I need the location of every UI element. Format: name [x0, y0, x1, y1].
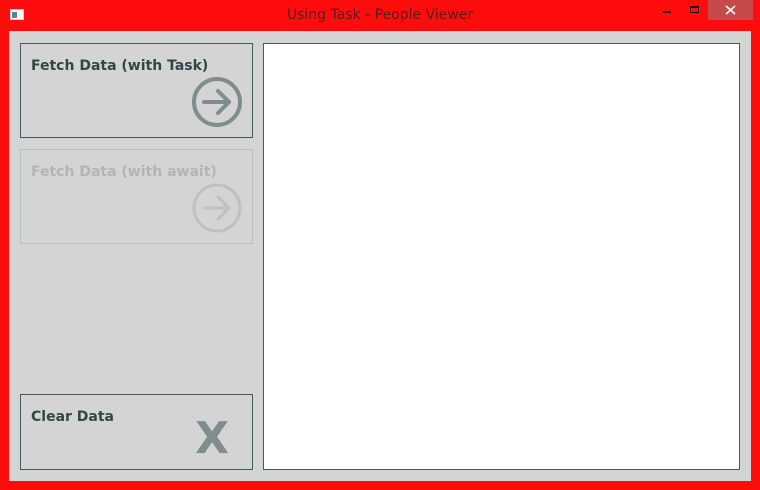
clear-data-button[interactable]: Clear Data X [20, 394, 253, 470]
fetch-with-await-button[interactable]: Fetch Data (with await) [20, 149, 253, 244]
maximize-icon [690, 6, 699, 13]
fetch-with-task-button[interactable]: Fetch Data (with Task) [20, 43, 253, 138]
minimize-button[interactable] [656, 0, 678, 20]
people-list[interactable] [263, 43, 740, 470]
minimize-icon [663, 11, 671, 13]
close-icon [725, 5, 736, 15]
close-button[interactable] [708, 0, 753, 20]
clear-data-label: Clear Data [31, 409, 115, 425]
window-title: Using Task - People Viewer [286, 7, 474, 23]
maximize-button[interactable] [682, 0, 706, 20]
arrow-right-circle-icon [192, 77, 242, 127]
fetch-with-task-label: Fetch Data (with Task) [31, 58, 209, 74]
title-bar[interactable]: Using Task - People Viewer [0, 0, 760, 31]
app-window: Using Task - People Viewer Fetch Data (w… [0, 0, 760, 490]
fetch-with-await-label: Fetch Data (with await) [31, 164, 217, 180]
client-area: Fetch Data (with Task) Fetch Data (with … [9, 31, 751, 481]
clear-x-icon: X [195, 413, 229, 464]
arrow-right-circle-icon [192, 183, 242, 233]
